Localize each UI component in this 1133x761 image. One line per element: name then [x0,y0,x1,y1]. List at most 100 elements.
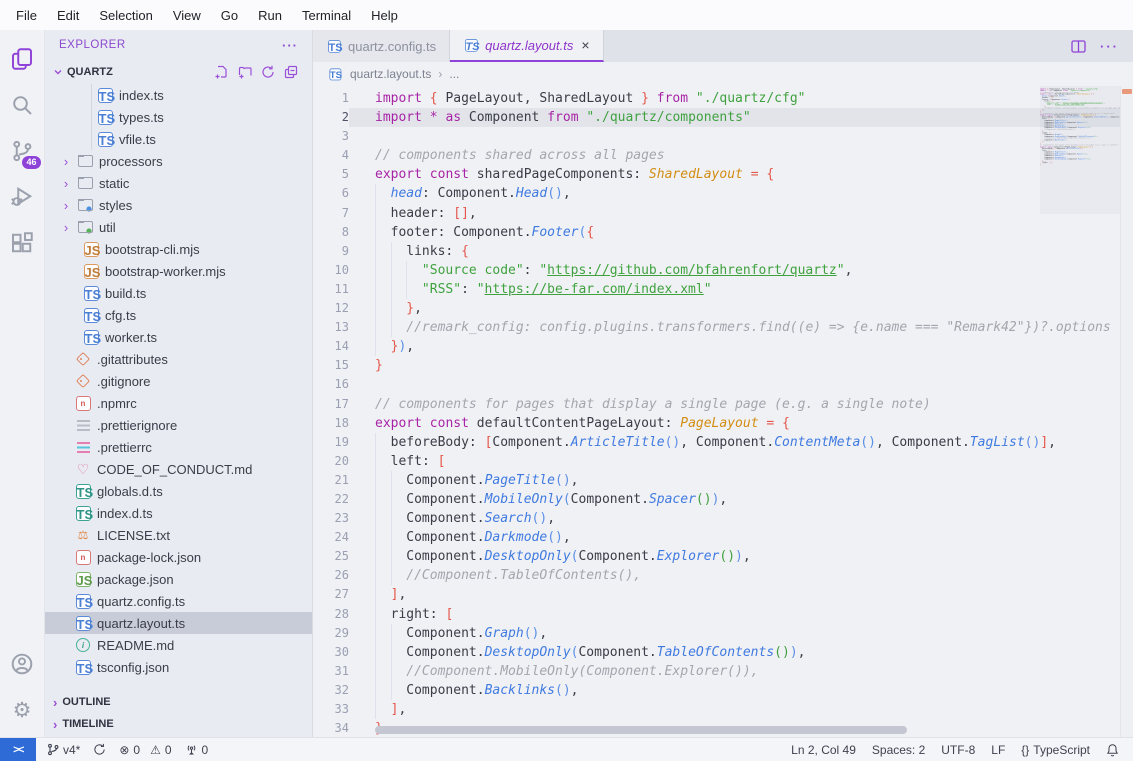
tree-item-LICENSE.txt[interactable]: LICENSE.txt [45,524,312,546]
tree-item-cfg.ts[interactable]: cfg.ts [45,304,312,326]
new-file-icon[interactable] [215,65,229,79]
code-line-12[interactable]: 12}, [313,299,1120,318]
code-line-26[interactable]: 26//Component.TableOfContents(), [313,566,1120,585]
code-line-6[interactable]: 6head: Component.Head(), [313,184,1120,203]
tree-item-README.md[interactable]: README.md [45,634,312,656]
tree-item-package-lock.json[interactable]: package-lock.json [45,546,312,568]
code-line-20[interactable]: 20left: [ [313,452,1120,471]
overview-ruler[interactable] [1120,86,1133,737]
code-line-3[interactable]: 3 [313,127,1120,146]
cursor-position[interactable]: Ln 2, Col 49 [791,743,856,757]
code-line-25[interactable]: 25Component.DesktopOnly(Component.Explor… [313,547,1120,566]
tree-item-package.json[interactable]: package.json [45,568,312,590]
code-line-2[interactable]: 2import * as Component from "./quartz/co… [313,108,1120,127]
code-line-29[interactable]: 29Component.Graph(), [313,624,1120,643]
tree-item-bootstrap-worker.mjs[interactable]: bootstrap-worker.mjs [45,260,312,282]
minimap[interactable]: import { PageLayout, SharedLayout } from… [1040,88,1120,440]
tree-item-tsconfig.json[interactable]: tsconfig.json [45,656,312,678]
settings-gear-icon[interactable]: ⚙ [0,687,45,733]
code-line-24[interactable]: 24Component.Darkmode(), [313,528,1120,547]
menu-selection[interactable]: Selection [89,4,162,27]
search-icon[interactable] [0,82,45,128]
menu-run[interactable]: Run [248,4,292,27]
menu-file[interactable]: File [6,4,47,27]
code-line-7[interactable]: 7header: [], [313,204,1120,223]
tree-item-.prettierrc[interactable]: .prettierrc [45,436,312,458]
tree-item-globals.d.ts[interactable]: globals.d.ts [45,480,312,502]
code-line-27[interactable]: 27], [313,585,1120,604]
tree-item-styles[interactable]: ›styles [45,194,312,216]
menu-go[interactable]: Go [211,4,248,27]
encoding-setting[interactable]: UTF-8 [941,743,975,757]
code-line-16[interactable]: 16 [313,375,1120,394]
tree-item-worker.ts[interactable]: worker.ts [45,326,312,348]
collapse-all-icon[interactable] [284,65,298,79]
code-line-5[interactable]: 5export const sharedPageComponents: Shar… [313,165,1120,184]
code-line-33[interactable]: 33], [313,700,1120,719]
sidebar-section-timeline[interactable]: › TIMELINE [45,713,312,735]
horizontal-scrollbar[interactable] [375,726,907,734]
editor-more-actions-icon[interactable]: ··· [1100,39,1119,54]
code-line-10[interactable]: 10"Source code": "https://github.com/bfa… [313,261,1120,280]
explorer-more-icon[interactable]: ··· [282,38,298,53]
code-line-1[interactable]: 1import { PageLayout, SharedLayout } fro… [313,89,1120,108]
split-editor-icon[interactable] [1071,40,1086,53]
tree-item-index.ts[interactable]: index.ts [45,84,312,106]
tree-item-processors[interactable]: ›processors [45,150,312,172]
code-line-19[interactable]: 19beforeBody: [Component.ArticleTitle(),… [313,433,1120,452]
breadcrumb[interactable]: quartz.layout.ts › ... [313,62,1133,86]
problems-status[interactable]: ⊗ 0 ⚠ 0 [119,743,171,757]
new-folder-icon[interactable] [238,65,252,79]
tree-item-util[interactable]: ›util [45,216,312,238]
run-debug-icon[interactable] [0,174,45,220]
tree-item-.gitignore[interactable]: .gitignore [45,370,312,392]
code-line-9[interactable]: 9links: { [313,242,1120,261]
tree-item-quartz.layout.ts[interactable]: quartz.layout.ts [45,612,312,634]
tab-quartz-config[interactable]: quartz.config.ts [313,30,450,62]
remote-indicator[interactable]: >< [0,738,36,761]
accounts-icon[interactable] [0,641,45,687]
code-line-11[interactable]: 11"RSS": "https://be-far.com/index.xml" [313,280,1120,299]
code-line-4[interactable]: 4// components shared across all pages [313,146,1120,165]
code-line-28[interactable]: 28right: [ [313,605,1120,624]
code-line-13[interactable]: 13//remark_config: config.plugins.transf… [313,318,1120,337]
tree-item-types.ts[interactable]: types.ts [45,106,312,128]
indentation-setting[interactable]: Spaces: 2 [872,743,925,757]
code-line-14[interactable]: 14}), [313,337,1120,356]
extensions-icon[interactable] [0,220,45,266]
sidebar-section-outline[interactable]: › OUTLINE [45,691,312,713]
tree-item-static[interactable]: ›static [45,172,312,194]
tab-quartz-layout[interactable]: quartz.layout.ts × [450,30,603,62]
close-tab-icon[interactable]: × [581,37,589,53]
sync-status[interactable] [93,743,106,756]
code-line-18[interactable]: 18export const defaultContentPageLayout:… [313,414,1120,433]
source-control-icon[interactable]: 46 [0,128,45,174]
tree-item-.npmrc[interactable]: .npmrc [45,392,312,414]
menu-help[interactable]: Help [361,4,408,27]
code-line-8[interactable]: 8footer: Component.Footer({ [313,223,1120,242]
menu-view[interactable]: View [163,4,211,27]
ports-status[interactable]: 0 [185,743,209,757]
tree-item-bootstrap-cli.mjs[interactable]: bootstrap-cli.mjs [45,238,312,260]
code-line-31[interactable]: 31//Component.MobileOnly(Component.Explo… [313,662,1120,681]
code-line-23[interactable]: 23Component.Search(), [313,509,1120,528]
git-branch-status[interactable]: v4* [47,743,80,757]
refresh-icon[interactable] [261,65,275,79]
code-line-22[interactable]: 22Component.MobileOnly(Component.Spacer(… [313,490,1120,509]
tree-item-build.ts[interactable]: build.ts [45,282,312,304]
eol-setting[interactable]: LF [991,743,1005,757]
tree-item-quartz.config.ts[interactable]: quartz.config.ts [45,590,312,612]
tree-item-vfile.ts[interactable]: vfile.ts [45,128,312,150]
code-line-30[interactable]: 30Component.DesktopOnly(Component.TableO… [313,643,1120,662]
project-section-header[interactable]: QUARTZ [45,60,312,84]
explorer-icon[interactable] [0,36,45,82]
code-line-21[interactable]: 21Component.PageTitle(), [313,471,1120,490]
tree-item-index.d.ts[interactable]: index.d.ts [45,502,312,524]
tree-item-.prettierignore[interactable]: .prettierignore [45,414,312,436]
menu-edit[interactable]: Edit [47,4,89,27]
tree-item-.gitattributes[interactable]: .gitattributes [45,348,312,370]
tree-item-CODE_OF_CONDUCT.md[interactable]: CODE_OF_CONDUCT.md [45,458,312,480]
code-line-17[interactable]: 17// components for pages that display a… [313,395,1120,414]
code-line-32[interactable]: 32Component.Backlinks(), [313,681,1120,700]
code-editor[interactable]: 1import { PageLayout, SharedLayout } fro… [313,86,1133,737]
